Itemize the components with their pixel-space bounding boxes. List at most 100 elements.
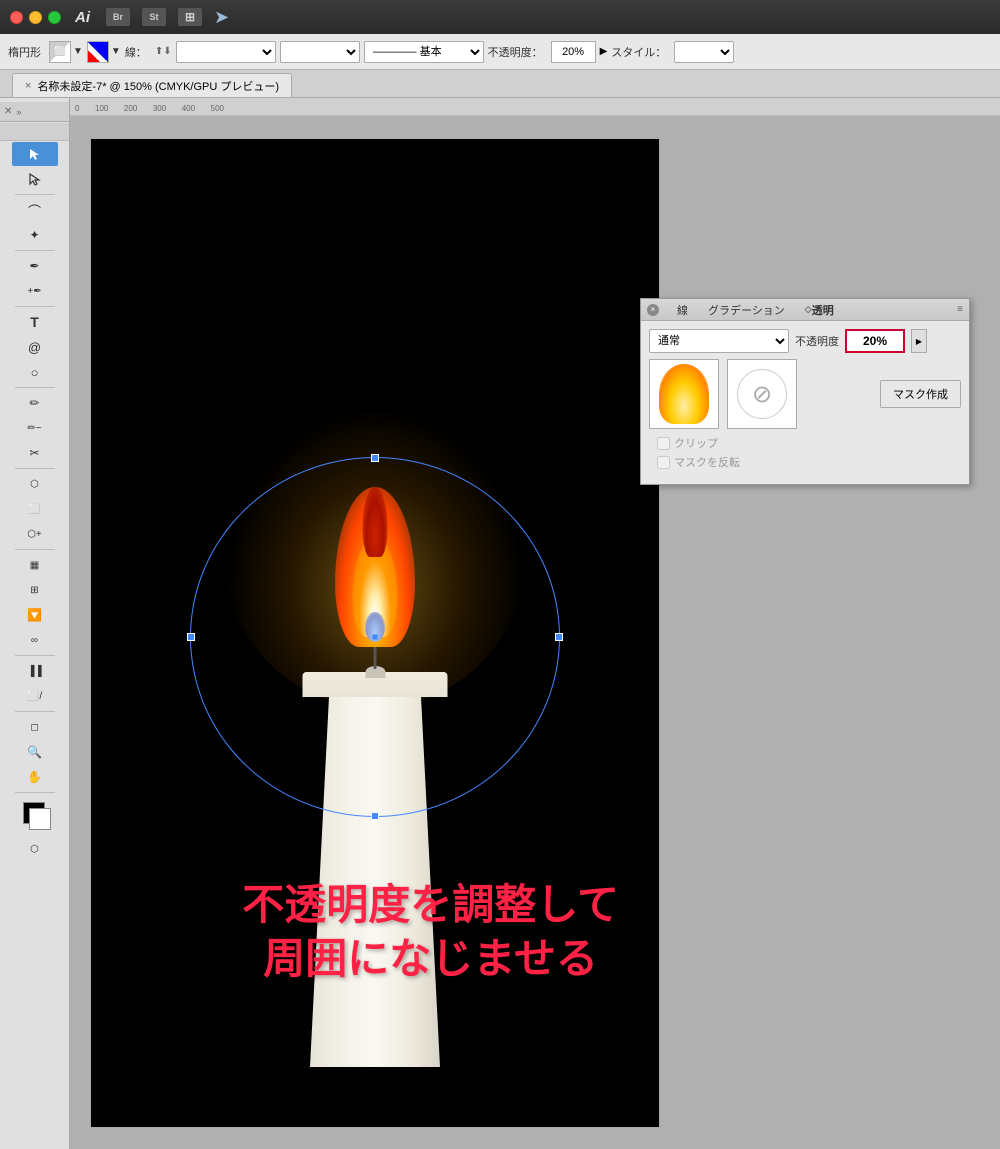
add-anchor-tool[interactable]: +✒ <box>12 279 58 303</box>
tab-gradient[interactable]: グラデーション <box>698 299 795 321</box>
transparency-panel: × 線 グラデーション ◇ 透明 ≡ 通常 乗算 スクリ <box>640 298 970 485</box>
bridge-icon[interactable]: Br <box>106 8 130 26</box>
tab-bar: × 名称未設定-7* @ 150% (CMYK/GPU プレビュー) <box>0 70 1000 98</box>
canvas-background: 不透明度を調整して 周囲になじませる <box>91 139 659 1127</box>
panel-body: 通常 乗算 スクリーン 不透明度 ▶ ⊘ マスク作成 <box>641 321 969 484</box>
active-tab-indicator: ◇ <box>805 304 812 315</box>
chart-tool[interactable]: ▐▐ <box>12 659 58 683</box>
line-style-select[interactable]: ———— 基本 <box>364 41 484 63</box>
tool-sep-9 <box>15 792 55 793</box>
opacity-input[interactable] <box>551 41 596 63</box>
panel-title-bar: × 線 グラデーション ◇ 透明 ≡ <box>641 299 969 321</box>
profile-select[interactable] <box>280 41 360 63</box>
gradient-tool[interactable]: ▦ <box>12 553 58 577</box>
send-icon[interactable]: ➤ <box>214 7 229 28</box>
flame-thumbnail <box>659 364 709 424</box>
left-ruler <box>0 123 69 141</box>
magic-wand-tool[interactable]: ✦ <box>12 223 58 247</box>
candle-top <box>303 672 448 697</box>
tool-sep-8 <box>15 711 55 712</box>
annotation-line2: 周囲になじませる <box>242 932 619 987</box>
create-mask-button[interactable]: マスク作成 <box>880 380 961 408</box>
blob-tool[interactable]: ✏~ <box>12 416 58 440</box>
free-transform-tool[interactable]: ⬜ <box>12 497 58 521</box>
shape-builder-tool[interactable]: ⬡+ <box>12 522 58 546</box>
eraser-tool[interactable]: ◻ <box>12 715 58 739</box>
panel-header: ✕ » <box>0 102 69 122</box>
scissors-tool[interactable]: ✂ <box>12 441 58 465</box>
style-select[interactable] <box>674 41 734 63</box>
document-tab[interactable]: × 名称未設定-7* @ 150% (CMYK/GPU プレビュー) <box>12 73 292 97</box>
stroke-controls[interactable]: ⬆⬇ <box>155 46 172 57</box>
stroke-selector[interactable]: ▼ <box>87 41 121 63</box>
mesh-tool[interactable]: ⊞ <box>12 578 58 602</box>
title-bar-icons: Br St ⊞ ➤ <box>106 7 229 28</box>
annotation-line1: 不透明度を調整して <box>242 878 619 933</box>
blend-mode-select[interactable]: 通常 乗算 スクリーン <box>649 329 789 353</box>
thumbnails-row: ⊘ マスク作成 <box>649 359 961 429</box>
fill-selector[interactable]: ⬜ ▼ <box>49 41 83 63</box>
ruler-marks: 0 100 200 300 400 500 <box>75 104 224 113</box>
tool-sep-6 <box>15 549 55 550</box>
handle-left[interactable] <box>187 633 195 641</box>
direct-select-tool[interactable] <box>12 167 58 191</box>
panel-checkboxes: クリップ マスクを反転 <box>657 435 740 470</box>
canvas-area[interactable]: 0 100 200 300 400 500 <box>70 98 1000 1149</box>
select-tool[interactable] <box>12 142 58 166</box>
artboard-tool[interactable]: ⬡ <box>12 837 58 861</box>
tab-stroke[interactable]: 線 <box>667 299 698 321</box>
annotation-text: 不透明度を調整して 周囲になじませる <box>242 878 619 987</box>
type-tool[interactable]: T <box>12 310 58 334</box>
color-boxes[interactable] <box>15 798 55 834</box>
panel-menu-button[interactable]: ≡ <box>957 304 963 315</box>
opacity-panel-label: 不透明度 <box>795 333 839 349</box>
stock-icon[interactable]: St <box>142 8 166 26</box>
tool-sep-7 <box>15 655 55 656</box>
panel-close-button[interactable]: × <box>647 304 659 316</box>
no-mask-icon: ⊘ <box>737 369 787 419</box>
checkboxes-row: クリップ マスクを反転 <box>649 435 961 470</box>
invert-mask-checkbox[interactable] <box>657 456 670 469</box>
maximize-button[interactable] <box>48 11 61 24</box>
scale-tool[interactable]: ⬡ <box>12 472 58 496</box>
clip-checkbox-row[interactable]: クリップ <box>657 435 740 451</box>
panel-expand[interactable]: » <box>16 107 21 117</box>
shape-label: 楕円形 <box>8 44 41 60</box>
stroke-label: 線： <box>125 44 147 60</box>
stroke-select[interactable] <box>176 41 276 63</box>
invert-mask-checkbox-row[interactable]: マスクを反転 <box>657 454 740 470</box>
lasso-tool[interactable]: ⌒ <box>12 198 58 222</box>
tab-close-button[interactable]: × <box>25 80 31 92</box>
opacity-label: 不透明度： <box>488 44 543 60</box>
pencil-tool[interactable]: ✏ <box>12 391 58 415</box>
hand-tool[interactable]: ✋ <box>12 765 58 789</box>
traffic-lights <box>10 11 61 24</box>
opacity-arrow-icon[interactable]: ▶ <box>600 46 608 57</box>
tool-sep-1 <box>15 194 55 195</box>
blend-tool[interactable]: ∞ <box>12 628 58 652</box>
toolbar: 楕円形 ⬜ ▼ ▼ 線： ⬆⬇ ———— 基本 不透明度： ▶ スタイル： <box>0 34 1000 70</box>
slice-tool[interactable]: ⬜/ <box>12 684 58 708</box>
pen-tool[interactable]: ✒ <box>12 254 58 278</box>
ellipse-tool[interactable]: ○ <box>12 360 58 384</box>
tool-sep-2 <box>15 250 55 251</box>
tab-transparency[interactable]: ◇ 透明 <box>795 299 844 321</box>
spiral-tool[interactable]: @ <box>12 335 58 359</box>
panel-close[interactable]: ✕ <box>4 106 12 117</box>
horizontal-ruler: 0 100 200 300 400 500 <box>70 98 1000 116</box>
mask-thumbnail: ⊘ <box>727 359 797 429</box>
close-button[interactable] <box>10 11 23 24</box>
panel-tabs: 線 グラデーション ◇ 透明 <box>663 299 953 321</box>
layer-thumbnail <box>649 359 719 429</box>
opacity-panel-input[interactable] <box>845 329 905 353</box>
zoom-tool[interactable]: 🔍 <box>12 740 58 764</box>
workspace-icon[interactable]: ⊞ <box>178 8 202 26</box>
clip-checkbox[interactable] <box>657 437 670 450</box>
handle-right[interactable] <box>555 633 563 641</box>
eyedropper-tool[interactable]: 🔽 <box>12 603 58 627</box>
minimize-button[interactable] <box>29 11 42 24</box>
style-label: スタイル： <box>611 44 666 60</box>
opacity-increment-button[interactable]: ▶ <box>911 329 927 353</box>
invert-mask-label: マスクを反転 <box>674 454 740 470</box>
flame-blue <box>365 612 385 642</box>
